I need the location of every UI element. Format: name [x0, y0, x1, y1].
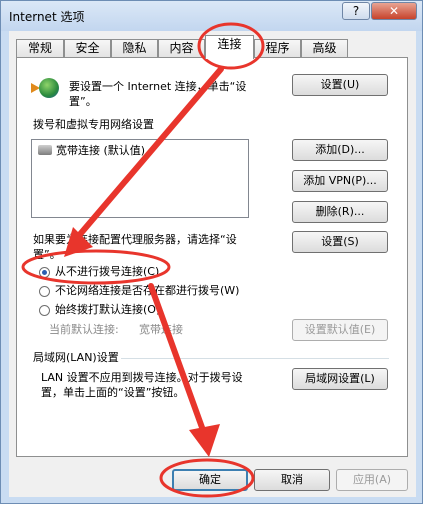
annotation-arrow-head-2: [189, 424, 220, 457]
highlight-ellipse-option: [21, 249, 171, 285]
annotation-arrow-line-1: [73, 66, 224, 242]
annotation-arrow-line-2: [148, 283, 207, 436]
highlight-ellipse-ok: [159, 458, 255, 498]
internet-options-window: Internet 选项 ? ✕ 常规 安全 隐私 内容 连接 程序 高级 要设置…: [0, 0, 423, 504]
annotation-overlay: [21, 22, 265, 498]
tab-connections[interactable]: 连接: [205, 35, 254, 59]
